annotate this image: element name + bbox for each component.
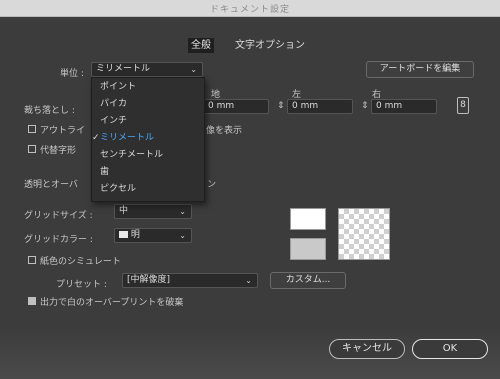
ok-button[interactable]: OK <box>412 339 488 359</box>
bleed-bottom-value: 0 mm <box>208 101 235 111</box>
color-swatch-icon <box>119 231 128 238</box>
grid-color-swatch-gray[interactable] <box>290 238 326 260</box>
simulate-paper-checkbox[interactable] <box>28 256 36 264</box>
units-select[interactable]: ミリメートル ⌄ <box>91 62 203 77</box>
stepper-icon[interactable]: ⇕ <box>361 101 369 111</box>
substitute-glyph-label: 代替字形 <box>40 146 77 156</box>
discard-overprint-label: 出力で白のオーバープリントを破棄 <box>40 298 184 308</box>
menu-item-pica[interactable]: パイカ <box>92 96 204 112</box>
checkmark-icon: ✓ <box>92 133 100 143</box>
grid-color-select[interactable]: 明 ⌄ <box>114 228 192 243</box>
link-icon[interactable]: 8 <box>457 97 469 114</box>
simulate-paper-label: 紙色のシミュレート <box>40 257 121 267</box>
transparency-grid-preview <box>338 208 390 260</box>
menu-item-pixel[interactable]: ピクセル <box>92 181 204 197</box>
preset-select[interactable]: [中解像度] ⌄ <box>122 273 258 288</box>
units-label: 単位 : <box>60 69 84 79</box>
outline-checkbox[interactable] <box>28 125 36 133</box>
tab-general[interactable]: 全般 <box>188 38 214 53</box>
grid-size-label: グリッドサイズ : <box>24 211 93 221</box>
bleed-left-field[interactable]: 0 mm <box>287 99 353 114</box>
edit-artboard-button[interactable]: アートボードを編集 <box>366 61 474 78</box>
window-titlebar: ドキュメント設定 <box>0 0 500 17</box>
cancel-button[interactable]: キャンセル <box>329 339 405 359</box>
bleed-bottom-field[interactable]: 0 mm <box>203 99 269 114</box>
chevron-down-icon: ⌄ <box>190 65 197 74</box>
bleed-right-value: 0 mm <box>376 101 403 111</box>
preset-label: プリセット : <box>56 280 107 290</box>
preset-value: [中解像度] <box>127 275 171 285</box>
transparency-section-label-tail: ン <box>207 180 217 190</box>
menu-item-centimeter[interactable]: センチメートル <box>92 147 204 163</box>
chevron-down-icon: ⌄ <box>179 207 186 216</box>
bleed-right-field[interactable]: 0 mm <box>371 99 437 114</box>
chevron-down-icon: ⌄ <box>245 276 252 285</box>
substitute-glyph-checkbox[interactable] <box>28 145 36 153</box>
units-dropdown-menu: ポイント パイカ インチ ✓ ミリメートル センチメートル 歯 ピクセル <box>91 77 205 202</box>
tab-type-options[interactable]: 文字オプション <box>232 38 308 53</box>
stepper-icon[interactable]: ⇕ <box>277 101 285 111</box>
grid-color-label: グリッドカラー : <box>24 235 93 245</box>
transparency-section-label: 透明とオーバ <box>24 180 78 190</box>
grid-size-select[interactable]: 中 ⌄ <box>114 204 192 219</box>
outline-checkbox-label: アウトライ <box>40 126 86 136</box>
grid-color-swatch-white[interactable] <box>290 208 326 230</box>
menu-item-point[interactable]: ポイント <box>92 79 204 95</box>
chevron-down-icon: ⌄ <box>179 231 186 240</box>
menu-item-ha[interactable]: 歯 <box>92 164 204 180</box>
grid-size-value: 中 <box>119 206 129 216</box>
custom-preset-button[interactable]: カスタム... <box>270 272 346 289</box>
units-select-value: ミリメートル <box>96 64 151 74</box>
window-title: ドキュメント設定 <box>209 5 290 15</box>
bleed-label: 裁ち落とし : <box>24 106 75 116</box>
bleed-left-value: 0 mm <box>292 101 319 111</box>
discard-overprint-checkbox[interactable] <box>28 297 36 305</box>
show-images-label: 像を表示 <box>206 126 243 136</box>
menu-item-inch[interactable]: インチ <box>92 113 204 129</box>
menu-item-millimeter[interactable]: ✓ ミリメートル <box>92 130 204 146</box>
grid-color-value: 明 <box>130 230 140 240</box>
